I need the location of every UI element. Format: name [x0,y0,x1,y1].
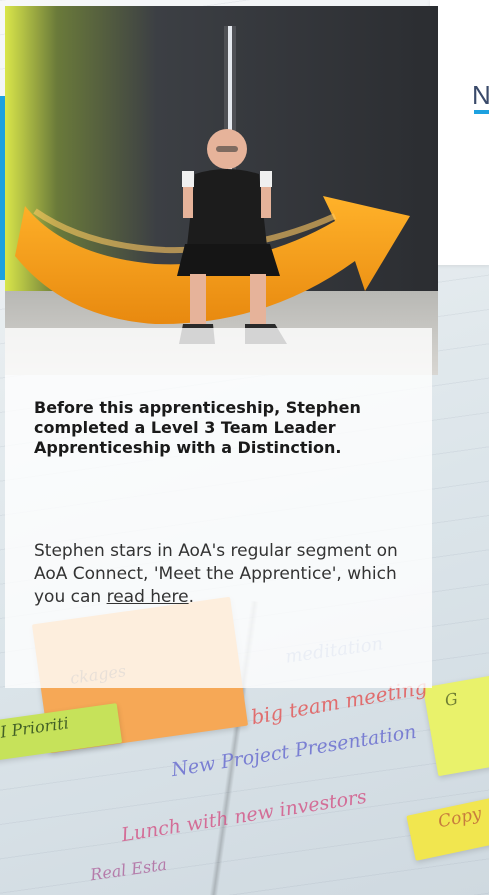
side-panel [430,0,489,265]
card-body-end: . [188,587,194,607]
apprentice-photo [5,6,438,375]
side-panel-heading: N [472,80,489,110]
handwritten-note: G [443,689,460,710]
page: big team meeting New Project Presentatio… [0,0,489,895]
info-card [5,328,432,688]
photo-illustration [5,6,438,375]
card-heading: Before this apprenticeship, Stephen comp… [34,398,361,457]
read-here-link[interactable]: read here [107,587,189,607]
card-body: Stephen stars in AoA's regular segment o… [34,540,404,609]
card-body-text: Stephen stars in AoA's regular segment o… [34,541,398,607]
heading-underline [474,110,489,114]
